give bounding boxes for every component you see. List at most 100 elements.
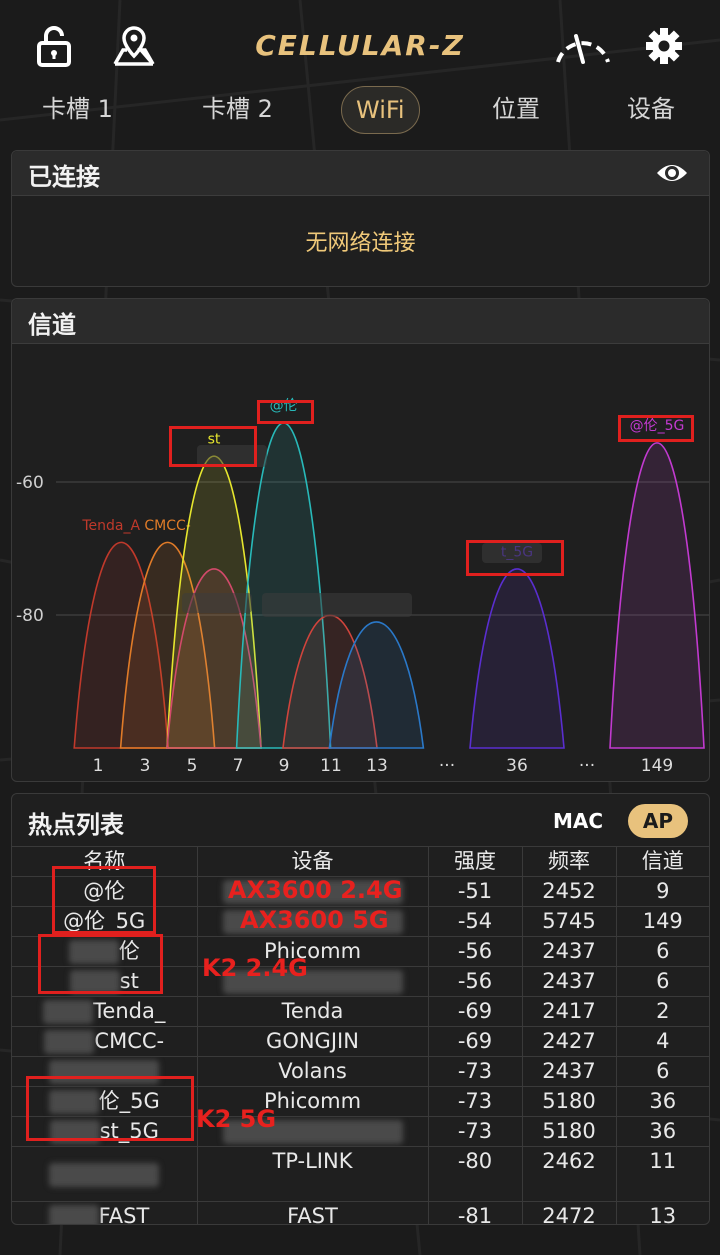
channel-panel: 信道 -60 -80 1 3 5 7 9 11 13 ··· 36 ··· 149 Tenda_A CMCC…	[11, 298, 710, 782]
column-header-name[interactable]: 名称	[12, 846, 198, 877]
hotspot-name-text: CMCC-	[94, 1029, 165, 1053]
x-tick-label: ···	[579, 756, 595, 776]
gear-icon[interactable]	[640, 22, 688, 70]
hotspot-channel-text: 11	[649, 1149, 677, 1173]
hotspot-device-cell	[197, 966, 429, 997]
tab-location[interactable]: 位置	[478, 86, 554, 132]
redacted-blur	[182, 593, 252, 613]
map-pin-icon[interactable]	[110, 22, 158, 70]
hotspot-device-text: Volans	[278, 1059, 347, 1083]
table-row[interactable]: st -56 2437 6	[12, 966, 709, 997]
tab-wifi[interactable]: WiFi	[341, 86, 420, 134]
channel-header: 信道	[12, 299, 709, 344]
hotspot-frequency-cell: 2462	[522, 1146, 617, 1202]
speedometer-icon[interactable]	[553, 22, 613, 70]
tab-sim2[interactable]: 卡槽 2	[190, 86, 285, 132]
redacted-blur	[222, 910, 403, 934]
hotspot-frequency-cell: 2437	[522, 966, 617, 997]
hotspot-channel-cell: 13	[616, 1201, 709, 1224]
hotspot-strength-text: -69	[457, 999, 493, 1023]
table-row[interactable]: CMCC- GONGJIN -69 2427 4	[12, 1026, 709, 1057]
hotspot-channel-cell: 9	[616, 876, 709, 907]
hotspot-header: 热点列表 MAC AP	[12, 794, 709, 846]
hotspot-device-text: TP-LINK	[272, 1149, 353, 1173]
redacted-blur	[222, 1120, 403, 1144]
channel-title: 信道	[28, 311, 76, 339]
hotspot-name-cell: CMCC-	[12, 1026, 198, 1057]
table-row[interactable]: @伦_5G -54 5745 149	[12, 906, 709, 937]
connected-panel: 已连接 无网络连接	[11, 150, 710, 287]
hotspot-frequency-text: 5180	[542, 1089, 596, 1113]
connected-title: 已连接	[28, 163, 100, 191]
hotspot-channel-cell: 2	[616, 996, 709, 1027]
hotspot-name-text: st_5G	[99, 1119, 159, 1143]
hotspot-strength-text: -81	[457, 1204, 493, 1225]
hotspot-frequency-cell: 2437	[522, 1056, 617, 1087]
redacted-blur	[222, 970, 403, 994]
hotspot-table: 名称 设备 强度 频率 信道 @伦 -51 2452 9 @伦_5G -54 5745 149…	[12, 846, 709, 1225]
hotspot-frequency-cell: 2452	[522, 876, 617, 907]
column-header-channel[interactable]: 信道	[616, 846, 709, 877]
hotspot-device-cell: Phicomm	[197, 1086, 429, 1117]
hotspot-name-text: Tenda_	[93, 999, 166, 1023]
hotspot-channel-text: 36	[649, 1089, 677, 1113]
hotspot-channel-cell: 11	[616, 1146, 709, 1202]
hotspot-device-text: GONGJIN	[266, 1029, 359, 1053]
table-row[interactable]: FAST_ FAST -81 2472 13	[12, 1201, 709, 1225]
x-tick-label: 3	[140, 756, 151, 776]
table-row[interactable]: 伦 Phicomm -56 2437 6	[12, 936, 709, 967]
hotspot-strength-cell: -80	[428, 1146, 523, 1202]
hotspot-strength-text: -56	[457, 969, 493, 993]
hotspot-strength-text: -51	[457, 879, 493, 903]
hotspot-channel-text: 36	[649, 1119, 677, 1143]
table-row[interactable]: st_5G -73 5180 36	[12, 1116, 709, 1147]
column-header-frequency[interactable]: 频率	[522, 846, 617, 877]
hotspot-strength-cell: -51	[428, 876, 523, 907]
redacted-blur	[68, 940, 119, 964]
x-tick-label: 13	[366, 756, 388, 776]
hotspot-strength-cell: -54	[428, 906, 523, 937]
hotspot-name-text: st	[119, 969, 139, 993]
eye-icon[interactable]	[655, 159, 689, 191]
table-row[interactable]: Volans -73 2437 6	[12, 1056, 709, 1087]
hotspot-device-text: FAST	[287, 1204, 338, 1225]
ap-toggle[interactable]: AP	[628, 804, 688, 838]
redacted-blur	[49, 1060, 160, 1084]
hotspot-name-cell: Tenda_	[12, 996, 198, 1027]
redacted-blur	[44, 1030, 95, 1054]
column-header-strength[interactable]: 强度	[428, 846, 523, 877]
table-row[interactable]: TP-LINK -80 2462 11	[12, 1146, 709, 1202]
x-tick-label: 1	[93, 756, 104, 776]
hotspot-channel-text: 6	[656, 969, 670, 993]
hotspot-strength-cell: -81	[428, 1201, 523, 1225]
hotspot-frequency-cell: 5180	[522, 1086, 617, 1117]
redacted-blur	[43, 1000, 94, 1024]
hotspot-frequency-text: 2452	[542, 879, 596, 903]
tab-device[interactable]: 设备	[613, 86, 689, 132]
hotspot-frequency-text: 2437	[542, 1059, 596, 1083]
table-row[interactable]: Tenda_ Tenda -69 2417 2	[12, 996, 709, 1027]
hotspot-name-text: @伦	[83, 879, 126, 903]
app-logo: CELLULAR-Z	[255, 28, 465, 62]
hotspot-frequency-text: 2462	[542, 1149, 596, 1173]
x-tick-label: 149	[641, 756, 673, 776]
signal-curve	[609, 442, 705, 749]
hotspot-name-cell: FAST_	[12, 1201, 198, 1224]
hotspot-device-cell: Phicomm	[197, 936, 429, 967]
hotspot-name-cell	[12, 1146, 198, 1202]
mac-toggle[interactable]: MAC	[548, 804, 608, 838]
hotspot-strength-cell: -73	[428, 1116, 523, 1147]
hotspot-frequency-text: 5745	[542, 909, 596, 933]
hotspot-strength-cell: -69	[428, 996, 523, 1027]
table-row[interactable]: @伦 -51 2452 9	[12, 876, 709, 907]
column-header-device[interactable]: 设备	[197, 846, 429, 877]
table-row[interactable]: 伦_5G Phicomm -73 5180 36	[12, 1086, 709, 1117]
hotspot-strength-text: -54	[457, 909, 493, 933]
tab-sim1[interactable]: 卡槽 1	[30, 86, 125, 132]
redacted-blur	[69, 970, 120, 994]
x-tick-label: ···	[439, 756, 455, 776]
redacted-blur	[48, 1090, 99, 1114]
hotspot-device-cell: Volans	[197, 1056, 429, 1087]
y-tick-label: -60	[16, 473, 44, 493]
lock-icon[interactable]	[30, 22, 78, 70]
